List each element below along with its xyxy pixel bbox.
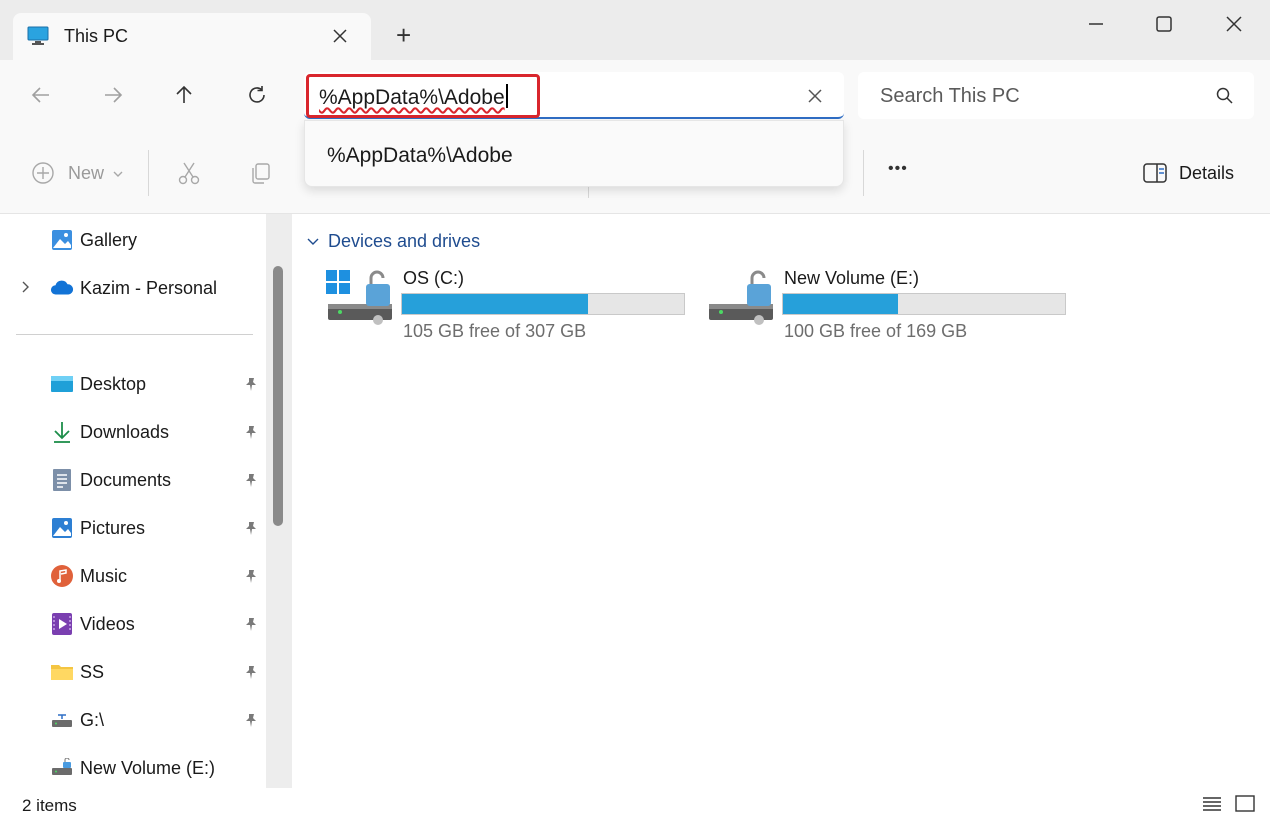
sidebar-item-label: New Volume (E:)	[80, 757, 216, 778]
pin-icon[interactable]	[243, 664, 259, 680]
cut-icon[interactable]	[176, 160, 202, 191]
downloads-icon	[50, 420, 74, 444]
pin-icon[interactable]	[243, 472, 259, 488]
sidebar-item-g-drive[interactable]: G:\	[50, 705, 104, 735]
status-bar	[0, 788, 1270, 822]
sidebar-item-new-volume[interactable]: New Volume (E:)	[50, 753, 215, 783]
address-value: %AppData%\Adobe	[319, 86, 505, 109]
new-tab-button[interactable]: +	[396, 20, 411, 51]
sidebar-item-label: SS	[80, 661, 105, 682]
sidebar-item-label: Videos	[80, 613, 135, 634]
close-tab-icon[interactable]	[330, 26, 350, 51]
text-caret	[505, 84, 508, 108]
more-options-button[interactable]: •••	[888, 160, 908, 178]
videos-icon	[50, 612, 74, 636]
pictures-icon	[50, 516, 74, 540]
sidebar-item-videos[interactable]: Videos	[50, 609, 135, 639]
drive-usage-bar	[401, 293, 685, 315]
chevron-down-icon[interactable]	[306, 235, 320, 253]
sidebar-item-label: Desktop	[80, 373, 147, 394]
sidebar-scrollbar-thumb[interactable]	[273, 266, 283, 526]
sidebar-item-documents[interactable]: Documents	[50, 465, 171, 495]
search-icon[interactable]	[1215, 86, 1235, 111]
address-suggestion-item[interactable]: %AppData%\Adobe	[327, 144, 513, 168]
documents-icon	[50, 468, 74, 492]
drive-free-space: 105 GB free of 307 GB	[403, 321, 587, 341]
sidebar-item-desktop[interactable]: Desktop	[50, 369, 146, 399]
up-button[interactable]	[166, 77, 202, 113]
drive-usage-fill	[783, 294, 899, 314]
pin-icon[interactable]	[243, 568, 259, 584]
close-window-button[interactable]	[1222, 12, 1246, 41]
folder-icon	[50, 660, 74, 684]
search-input[interactable]: Search This PC	[880, 85, 1020, 108]
copy-icon[interactable]	[248, 160, 274, 191]
chevron-down-icon	[112, 167, 124, 185]
toolbar-divider	[863, 150, 864, 196]
drive-usage-fill	[402, 294, 588, 314]
drive-icon	[50, 756, 74, 780]
tiles-view-icon[interactable]	[1234, 794, 1256, 819]
new-button[interactable]: New	[68, 163, 104, 184]
sidebar-item-label: Gallery	[80, 229, 138, 250]
monitor-icon	[27, 26, 49, 51]
sidebar-item-pictures[interactable]: Pictures	[50, 513, 145, 543]
sidebar-item-label: Downloads	[80, 421, 170, 442]
sidebar-item-label: Music	[80, 565, 128, 586]
pin-icon[interactable]	[243, 616, 259, 632]
sidebar-item-music[interactable]: Music	[50, 561, 127, 591]
details-button[interactable]: Details	[1179, 163, 1234, 184]
drive-usage-bar	[782, 293, 1066, 315]
sidebar-item-ss[interactable]: SS	[50, 657, 104, 687]
tab-title: This PC	[64, 26, 129, 46]
sidebar-item-onedrive[interactable]: Kazim - Personal	[50, 273, 217, 303]
toolbar-divider	[148, 150, 149, 196]
group-header-devices[interactable]: Devices and drives	[328, 231, 480, 252]
sidebar-divider	[16, 334, 253, 335]
refresh-button[interactable]	[239, 77, 275, 113]
pin-icon[interactable]	[243, 376, 259, 392]
maximize-button[interactable]	[1152, 12, 1176, 41]
sidebar-item-label: Documents	[80, 469, 172, 490]
sidebar-item-label: Pictures	[80, 517, 146, 538]
minimize-button[interactable]	[1084, 12, 1108, 41]
forward-button[interactable]	[95, 77, 131, 113]
back-button[interactable]	[23, 77, 59, 113]
drive-free-space: 100 GB free of 169 GB	[784, 321, 968, 341]
details-view-icon[interactable]	[1201, 794, 1223, 819]
windows-drive-icon	[324, 268, 396, 333]
item-count: 2 items	[22, 796, 77, 815]
sidebar-item-label: Kazim - Personal	[80, 277, 218, 298]
pin-icon[interactable]	[243, 520, 259, 536]
pin-icon[interactable]	[243, 424, 259, 440]
sidebar-item-label: G:\	[80, 709, 105, 730]
plus-circle-icon	[31, 161, 55, 190]
network-drive-icon	[50, 708, 74, 732]
onedrive-icon	[50, 276, 74, 300]
details-pane-icon	[1142, 161, 1168, 190]
toolbar-divider	[588, 186, 589, 198]
sidebar-item-downloads[interactable]: Downloads	[50, 417, 169, 447]
gallery-icon	[50, 228, 74, 252]
chevron-right-icon[interactable]	[20, 280, 32, 299]
pin-icon[interactable]	[243, 712, 259, 728]
music-icon	[50, 564, 74, 588]
address-input[interactable]: %AppData%\Adobe	[319, 84, 508, 110]
bitlocker-drive-icon	[705, 268, 777, 333]
drive-name: OS (C:)	[403, 268, 464, 288]
sidebar-item-gallery[interactable]: Gallery	[50, 225, 137, 255]
clear-address-icon[interactable]	[805, 86, 825, 111]
drive-name: New Volume (E:)	[784, 268, 920, 288]
desktop-icon	[50, 372, 74, 396]
